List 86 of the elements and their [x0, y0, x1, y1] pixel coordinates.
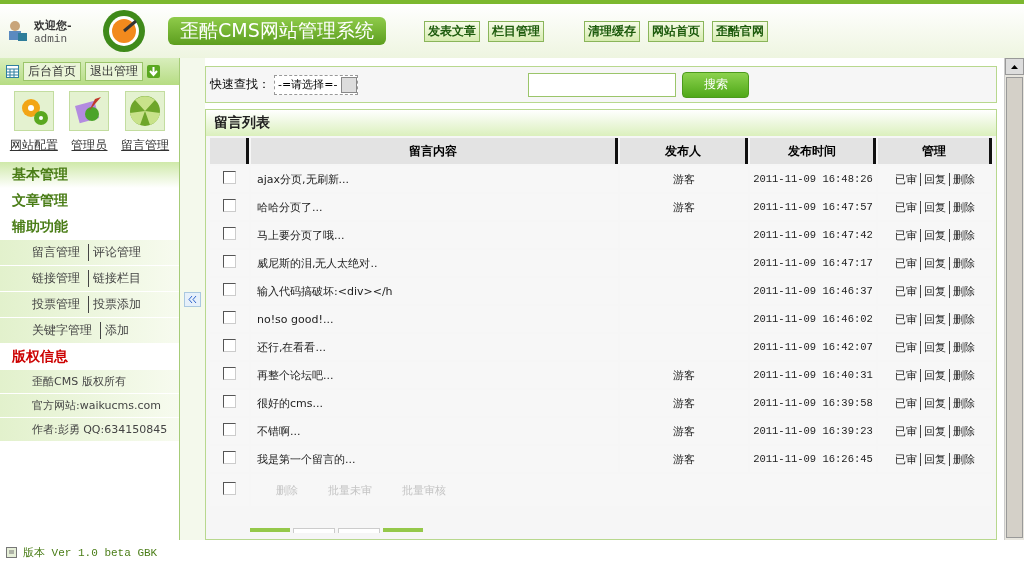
action-link[interactable]: 删除 — [949, 200, 975, 214]
action-link[interactable]: 已审 — [895, 256, 917, 270]
nav-button[interactable]: 清理缓存 — [583, 20, 640, 42]
select-all-checkbox[interactable] — [223, 482, 236, 496]
row-checkbox[interactable] — [223, 283, 236, 297]
search-field[interactable] — [528, 72, 677, 97]
welcome-text: 欢迎您- — [34, 17, 72, 33]
row-checkbox[interactable] — [223, 171, 236, 185]
gauge-logo-icon — [102, 9, 146, 53]
info-text: 歪酷CMS 版权所有 — [32, 374, 126, 389]
row-checkbox[interactable] — [223, 423, 236, 437]
row-checkbox[interactable] — [223, 395, 236, 409]
action-link[interactable]: 删除 — [949, 424, 975, 438]
info-text: 官方网站:waikucms.com — [32, 398, 161, 413]
action-link[interactable]: 已审 — [895, 368, 917, 382]
column-header: 发布人 — [620, 138, 748, 165]
sidebar-top-button[interactable]: 后台首页 — [23, 62, 81, 81]
action-link[interactable]: 回复 — [920, 284, 946, 298]
nav-button[interactable]: 发表文章 — [423, 20, 480, 42]
action-link[interactable]: 删除 — [949, 312, 975, 326]
action-link[interactable]: 回复 — [920, 228, 946, 242]
sidebar-link[interactable]: 链接管理 — [32, 270, 80, 287]
action-link[interactable]: 删除 — [949, 396, 975, 410]
row-checkbox[interactable] — [223, 451, 236, 465]
action-link[interactable]: 删除 — [949, 340, 975, 354]
action-link[interactable]: 回复 — [920, 256, 946, 270]
action-link[interactable]: 删除 — [949, 172, 975, 186]
sidebar-link[interactable]: 投票管理 — [32, 296, 80, 313]
sidebar-link[interactable]: 关键字管理 — [32, 322, 92, 339]
sidebar-top-button[interactable]: 退出管理 — [85, 62, 143, 81]
version-text: 版本 Ver 1.0 beta GBK — [23, 545, 158, 560]
calendar-icon — [6, 65, 19, 78]
sidebar-link[interactable]: 留言管理 — [32, 244, 80, 261]
action-link[interactable]: 已审 — [895, 340, 917, 354]
action-link[interactable]: 回复 — [920, 200, 946, 214]
row-checkbox[interactable] — [223, 367, 236, 381]
action-link[interactable]: 回复 — [920, 312, 946, 326]
sidebar-link[interactable]: 添加 — [100, 322, 129, 339]
row-checkbox[interactable] — [223, 311, 236, 325]
row-checkbox[interactable] — [223, 255, 236, 269]
user-icon — [8, 20, 28, 42]
action-link[interactable]: 回复 — [920, 452, 946, 466]
action-link[interactable]: 已审 — [895, 172, 917, 186]
action-link[interactable]: 已审 — [895, 228, 917, 242]
action-link[interactable]: 回复 — [920, 172, 946, 186]
nav-button[interactable]: 歪酷官网 — [711, 20, 768, 42]
action-link[interactable]: 已审 — [895, 424, 917, 438]
sidebar-link[interactable]: 评论管理 — [88, 244, 141, 261]
sidebar-link[interactable]: 投票添加 — [88, 296, 141, 313]
column-header: 留言内容 — [251, 138, 618, 165]
ball-icon — [129, 95, 162, 127]
action-link[interactable]: 已审 — [895, 396, 917, 410]
action-link[interactable]: 删除 — [949, 368, 975, 382]
nav-button[interactable]: 栏目管理 — [487, 20, 544, 42]
column-header: 发布时间 — [750, 138, 876, 165]
action-link[interactable]: 删除 — [949, 452, 975, 466]
column-header: 管理 — [878, 138, 992, 165]
action-link[interactable]: 已审 — [895, 452, 917, 466]
filter-dropdown[interactable]: -=请选择=- — [274, 74, 359, 95]
action-link[interactable]: 已审 — [895, 312, 917, 326]
action-link[interactable]: 已审 — [895, 200, 917, 214]
action-link[interactable]: 已审 — [895, 284, 917, 298]
download-icon[interactable] — [147, 65, 160, 78]
row-checkbox[interactable] — [223, 339, 236, 353]
double-chevron-icon — [188, 295, 197, 303]
window-icon — [6, 546, 17, 558]
user-name: admin — [34, 32, 68, 45]
action-link[interactable]: 回复 — [920, 368, 946, 382]
scroll-up-icon[interactable] — [1011, 64, 1018, 69]
section-heading[interactable]: 基本管理 — [0, 162, 179, 188]
action-link[interactable]: 回复 — [920, 424, 946, 438]
row-checkbox[interactable] — [223, 199, 236, 213]
collapse-button[interactable] — [184, 291, 201, 307]
action-link[interactable]: 删除 — [949, 256, 975, 270]
list-title: 留言列表 — [206, 110, 996, 137]
nav-button[interactable]: 网站首页 — [647, 20, 704, 42]
sidebar-link[interactable]: 链接栏目 — [88, 270, 141, 287]
search-label: 快速查找： — [210, 76, 270, 94]
scrollbar-thumb[interactable] — [1006, 77, 1023, 538]
action-link[interactable]: 回复 — [920, 396, 946, 410]
action-link[interactable]: 删除 — [949, 284, 975, 298]
row-checkbox[interactable] — [223, 227, 236, 241]
system-title: 歪酷CMS网站管理系统 — [168, 17, 386, 45]
info-text: 作者:彭勇 QQ:634150845 — [32, 422, 168, 437]
action-link[interactable]: 删除 — [949, 228, 975, 242]
action-link[interactable]: 回复 — [920, 340, 946, 354]
